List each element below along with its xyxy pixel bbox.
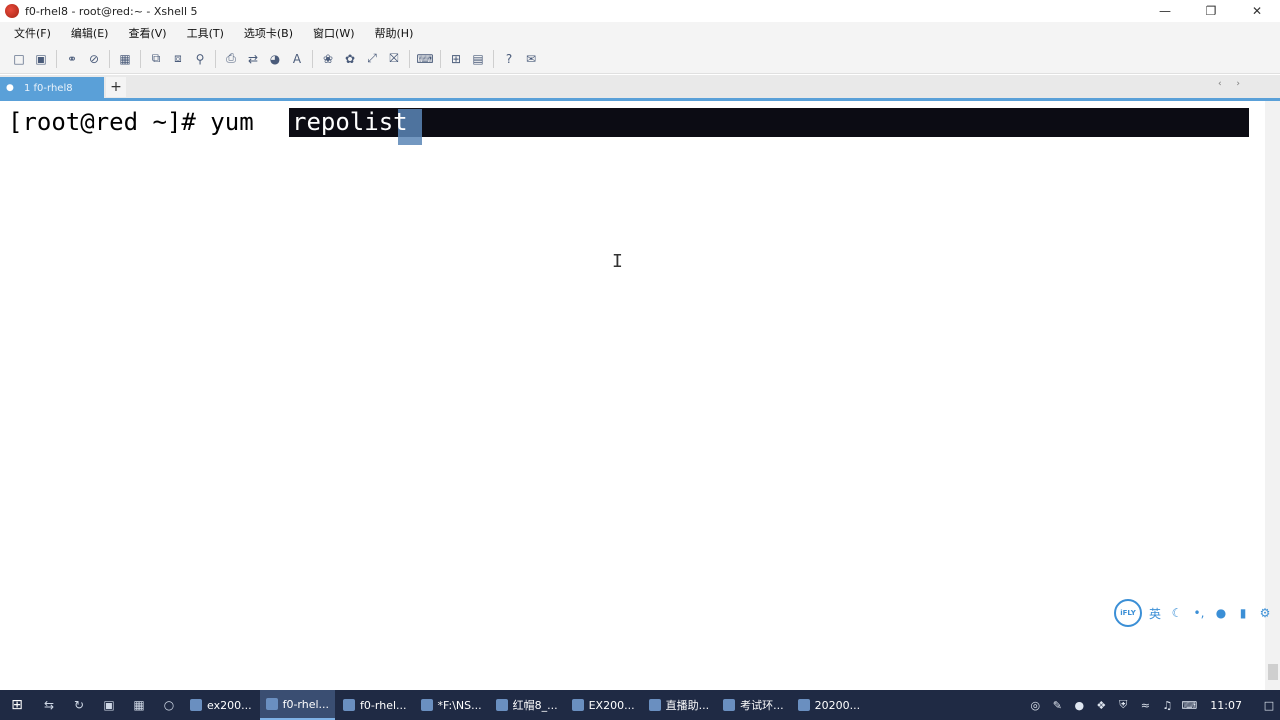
- live-icon: [648, 699, 661, 711]
- puzzle-icon[interactable]: ❖: [1090, 690, 1112, 720]
- mic-tray-icon[interactable]: ●: [1068, 690, 1090, 720]
- taskbar-app-active[interactable]: f0-rhel...: [259, 690, 336, 720]
- ime-language-toggle[interactable]: 英: [1146, 604, 1164, 622]
- taskbar-app[interactable]: *F:\NS...: [415, 690, 488, 720]
- browser-icon: [190, 699, 202, 711]
- taskbar-app[interactable]: 直播助...: [643, 690, 716, 720]
- keyboard-icon[interactable]: ⌨: [416, 50, 434, 68]
- tab-f0-rhel8[interactable]: ● 1 f0-rhel8: [0, 77, 104, 99]
- taskbar-app[interactable]: ex200...: [184, 690, 258, 720]
- lock-icon[interactable]: ⛝: [385, 50, 403, 68]
- menu-window[interactable]: 窗口(W): [309, 25, 358, 41]
- disconnect-icon[interactable]: ⊘: [85, 50, 103, 68]
- connect-icon[interactable]: ⚭: [63, 50, 81, 68]
- app-icon[interactable]: ▣: [97, 690, 121, 720]
- notepad-icon: [420, 699, 433, 711]
- windows-taskbar: ⊞ ⇆ ↻ ▣ ▦ ○ ex200... f0-rhel... f0-rhel.…: [0, 690, 1280, 720]
- terminal-area[interactable]: [root@red ~]# yum repolist I: [0, 101, 1265, 690]
- vm-icon: [495, 699, 508, 711]
- fullscreen-icon[interactable]: ⤢: [363, 50, 381, 68]
- menu-bar: 文件(F) 编辑(E) 查看(V) 工具(T) 选项卡(B) 窗口(W) 帮助(…: [0, 22, 1280, 44]
- find-icon[interactable]: ⚲: [191, 50, 209, 68]
- window-title: f0-rhel8 - root@red:~ - Xshell 5: [25, 4, 198, 18]
- ime-toolbar: iFLY 英 ☾ •, ● ▮ ⚙: [1114, 598, 1280, 628]
- ring-icon[interactable]: ○: [157, 690, 181, 720]
- layout-icon[interactable]: ▤: [469, 50, 487, 68]
- tool-icon[interactable]: ▦: [127, 690, 151, 720]
- selection-highlight: [289, 108, 1249, 137]
- menu-tab[interactable]: 选项卡(B): [240, 25, 297, 41]
- menu-help[interactable]: 帮助(H): [371, 25, 418, 41]
- restore-button[interactable]: ❐: [1188, 0, 1234, 22]
- pen-icon[interactable]: ✎: [1046, 690, 1068, 720]
- menu-tools[interactable]: 工具(T): [183, 25, 228, 41]
- text-cursor-ibeam: I: [612, 251, 623, 272]
- xshell-app-icon: [5, 4, 19, 18]
- tab-nav-arrows[interactable]: ‹ ›: [1218, 79, 1246, 89]
- moon-icon[interactable]: ☾: [1168, 604, 1186, 622]
- font-icon[interactable]: A: [288, 50, 306, 68]
- wifi-icon[interactable]: ≈: [1134, 690, 1156, 720]
- volume-icon[interactable]: ♫: [1156, 690, 1178, 720]
- vm-icon: [723, 699, 736, 711]
- scroll-thumb[interactable]: [1268, 664, 1278, 680]
- xftp-icon[interactable]: ❀: [319, 50, 337, 68]
- refresh-icon[interactable]: ↻: [67, 690, 91, 720]
- settings-gear-icon[interactable]: ⚙: [1256, 604, 1274, 622]
- transfer-icon[interactable]: ⇄: [244, 50, 262, 68]
- ifly-logo-icon[interactable]: iFLY: [1114, 599, 1142, 627]
- menu-edit[interactable]: 编辑(E): [67, 25, 113, 41]
- new-session-icon[interactable]: □: [10, 50, 28, 68]
- tab-bar: ● 1 f0-rhel8 + ‹ ›: [0, 75, 1280, 99]
- add-tab-button[interactable]: +: [106, 77, 126, 97]
- globe-icon[interactable]: ◕: [266, 50, 284, 68]
- task-view-icon[interactable]: ⇆: [37, 690, 61, 720]
- terminal-prompt-line: [root@red ~]# yum: [8, 108, 283, 136]
- open-folder-icon[interactable]: ▣: [32, 50, 50, 68]
- clipboard-icon[interactable]: ▮: [1234, 604, 1252, 622]
- xshell-icon: [265, 698, 278, 710]
- add-tab-icon[interactable]: ⊞: [447, 50, 465, 68]
- selected-text: repolist: [292, 108, 408, 136]
- tunnel-icon[interactable]: ✿: [341, 50, 359, 68]
- taskbar-app[interactable]: f0-rhel...: [337, 690, 412, 720]
- xshell-icon: [343, 699, 356, 711]
- browser-icon: [571, 699, 584, 711]
- toolbar: □ ▣ ⚭ ⊘ ▦ ⧉ ⧈ ⚲ ⎙ ⇄ ◕ A ❀ ✿ ⤢ ⛝ ⌨ ⊞ ▤ ? …: [0, 44, 1280, 74]
- taskbar-app[interactable]: 红帽8_...: [490, 690, 564, 720]
- app-tray-icon[interactable]: ◎: [1024, 690, 1046, 720]
- close-button[interactable]: ✕: [1234, 0, 1280, 22]
- paste-icon[interactable]: ⧈: [169, 50, 187, 68]
- windows-start-icon[interactable]: ⊞: [0, 690, 34, 720]
- copy-icon[interactable]: ⧉: [147, 50, 165, 68]
- taskbar-app[interactable]: 考试环...: [717, 690, 790, 720]
- pin-icon: ●: [6, 83, 14, 93]
- tab-label: 1 f0-rhel8: [24, 82, 73, 94]
- taskbar-app[interactable]: 20200...: [792, 690, 866, 720]
- notification-icon[interactable]: □: [1258, 690, 1280, 720]
- minimize-button[interactable]: —: [1142, 0, 1188, 22]
- title-bar: f0-rhel8 - root@red:~ - Xshell 5 — ❐ ✕: [0, 0, 1280, 22]
- help-icon[interactable]: ?: [500, 50, 518, 68]
- menu-view[interactable]: 查看(V): [124, 25, 170, 41]
- system-tray: ◎ ✎ ● ❖ ⛨ ≈ ♫ ⌨ 11:07 □: [1024, 690, 1280, 720]
- document-icon: [797, 699, 810, 711]
- menu-file[interactable]: 文件(F): [10, 25, 55, 41]
- shield-icon[interactable]: ⛨: [1112, 690, 1134, 720]
- chat-icon[interactable]: ✉: [522, 50, 540, 68]
- punctuation-icon[interactable]: •,: [1190, 604, 1208, 622]
- properties-icon[interactable]: ▦: [116, 50, 134, 68]
- print-icon[interactable]: ⎙: [222, 50, 240, 68]
- microphone-icon[interactable]: ●: [1212, 604, 1230, 622]
- taskbar-app[interactable]: EX200...: [566, 690, 641, 720]
- clock[interactable]: 11:07: [1210, 699, 1242, 712]
- keyboard-layout-icon[interactable]: ⌨: [1178, 690, 1200, 720]
